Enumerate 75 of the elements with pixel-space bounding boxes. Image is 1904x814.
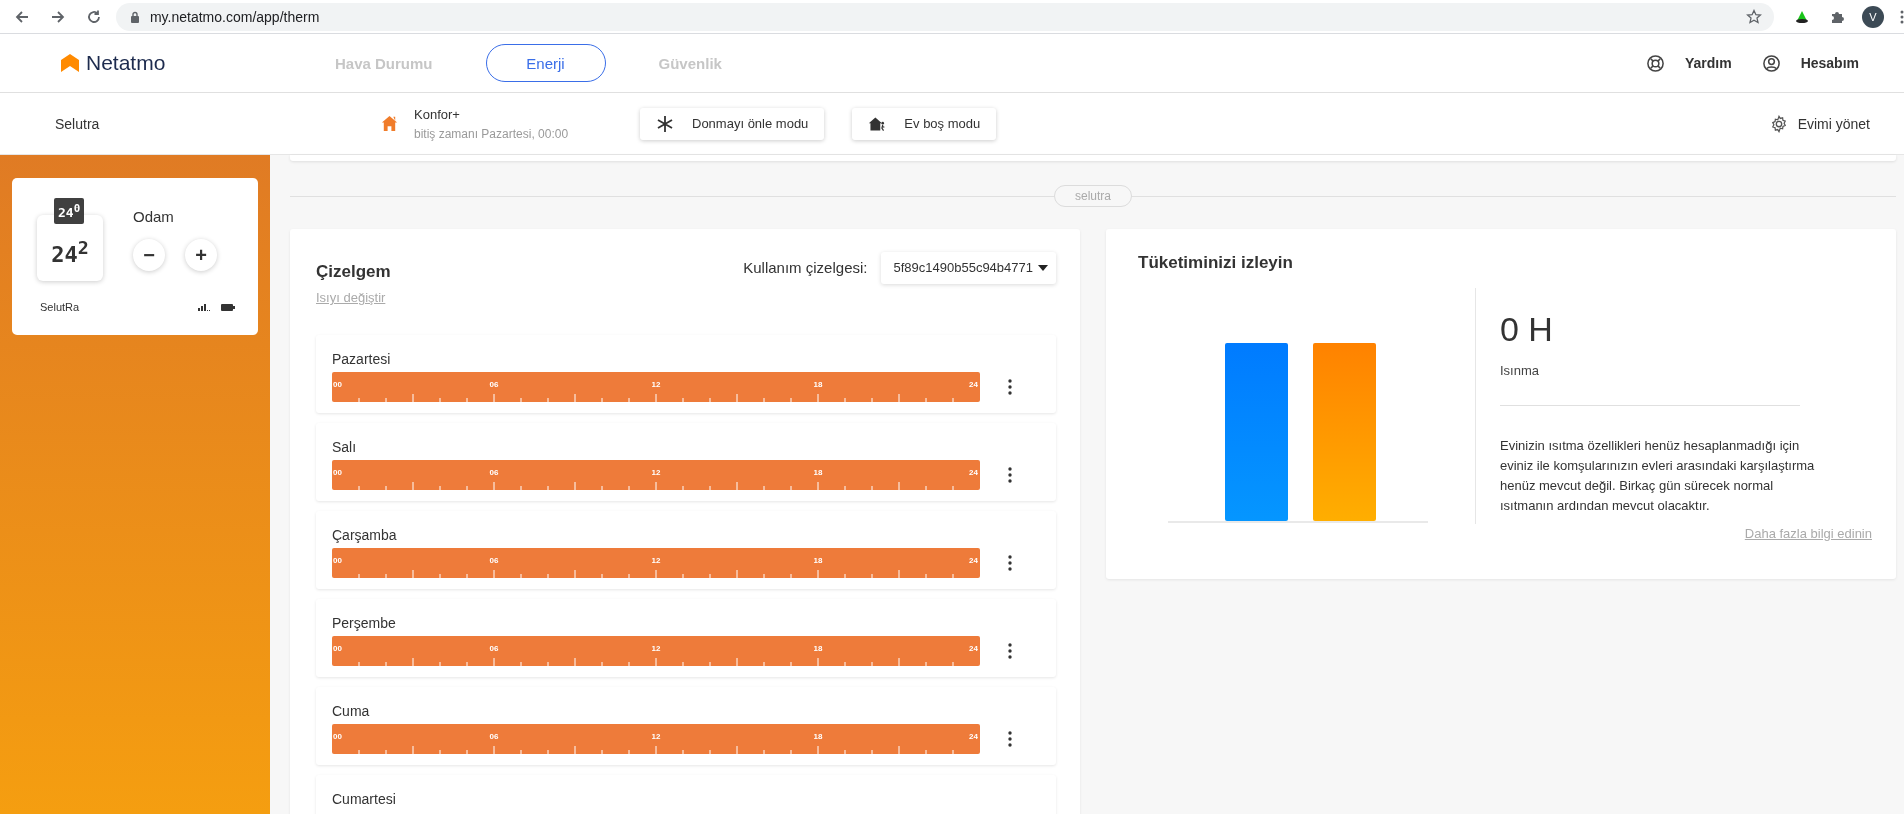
room-card[interactable]: 24$^{0}$ 24$^{2}$ Odam − + SelutRa: [12, 178, 258, 335]
manage-home-link[interactable]: Evimi yönet: [1797, 115, 1870, 132]
mode-end-time: bitiş zamanı Pazartesi, 00:00: [414, 126, 569, 141]
section-label: selutra: [1054, 185, 1132, 207]
hour-label: 24: [969, 644, 978, 653]
hour-label: 12: [651, 732, 661, 741]
lock-icon: [129, 10, 140, 23]
hour-label: 24: [969, 556, 978, 565]
mode-button[interactable]: Donmayı önle modu: [640, 107, 825, 140]
hour-label: 18: [813, 380, 823, 389]
hour-label: 06: [489, 468, 499, 477]
more-options-icon[interactable]: [1008, 643, 1012, 659]
card-title: Tüketiminizi izleyin: [1138, 253, 1293, 272]
device-name: SelutRa: [40, 301, 80, 313]
hour-label: 24: [969, 380, 978, 389]
logo-icon: [60, 53, 80, 73]
hour-label: 00: [333, 644, 342, 653]
day-name: Pazartesi: [332, 351, 392, 367]
card-title: Çizelgem: [316, 262, 391, 282]
hour-label: 12: [651, 468, 661, 477]
account-icon[interactable]: [1761, 53, 1781, 73]
home-name[interactable]: Selutra: [55, 115, 380, 132]
hour-label: 06: [489, 380, 499, 389]
increase-button[interactable]: +: [185, 239, 217, 271]
hour-label: 06: [489, 732, 499, 741]
room-name: Odam: [133, 208, 175, 225]
house-icon: [380, 114, 399, 133]
more-options-icon[interactable]: [1008, 731, 1012, 747]
hour-label: 00: [333, 380, 342, 389]
hour-label: 18: [813, 468, 823, 477]
forward-icon[interactable]: [50, 8, 66, 25]
address-bar[interactable]: my.netatmo.com/app/therm: [115, 2, 1775, 31]
profile-avatar[interactable]: V: [1862, 5, 1884, 28]
day-name: Çarşamba: [332, 527, 398, 543]
mode-name: Konfor+: [414, 106, 461, 122]
hour-label: 06: [489, 556, 499, 565]
schedule-select-label: Kullanım çizelgesi:: [743, 259, 868, 276]
caret-icon: [1038, 264, 1048, 271]
more-options-icon[interactable]: [1008, 555, 1012, 571]
hour-label: 12: [651, 644, 661, 653]
info-text: Evinizin ısıtma özellikleri henüz hesaplanmadığı için eviniz ile komşularınızın evleri arasındaki karşılaştırma henüz mevcut değil. Birkaç gün sürecek normal ısıtmanın ardından mevcut olacaktır.: [1500, 437, 1815, 515]
hour-label: 06: [489, 644, 499, 653]
heating-hours-value: 0 H: [1500, 310, 1554, 349]
snowflake-icon: [656, 114, 674, 133]
settings-icon[interactable]: [1769, 114, 1788, 133]
more-options-icon[interactable]: [1008, 467, 1012, 483]
hour-label: 18: [813, 644, 823, 653]
hour-label: 12: [651, 556, 661, 565]
help-icon[interactable]: [1645, 53, 1665, 73]
reload-icon[interactable]: [85, 8, 102, 25]
hour-label: 00: [333, 468, 342, 477]
hour-label: 00: [333, 556, 342, 565]
day-name: Perşembe: [332, 615, 397, 631]
hour-label: 18: [813, 556, 823, 565]
hour-label: 24: [969, 732, 978, 741]
mode-button[interactable]: Ev boş modu: [852, 107, 997, 140]
heating-label: Isınma: [1500, 363, 1540, 378]
battery-icon: [221, 303, 235, 311]
more-options-icon[interactable]: [1008, 379, 1012, 395]
decrease-button[interactable]: −: [133, 239, 165, 271]
device-display: 24$^{2}$: [51, 236, 89, 267]
hour-label: 24: [969, 468, 978, 477]
device-small-display: 24$^{0}$: [54, 198, 85, 225]
header-link[interactable]: Yardım: [1684, 55, 1732, 71]
hour-label: 00: [333, 732, 342, 741]
star-icon[interactable]: [1746, 8, 1763, 25]
hour-label: 12: [651, 380, 661, 389]
menu-icon[interactable]: [1900, 8, 1904, 25]
day-name: Cuma: [332, 703, 371, 719]
header-link[interactable]: Hesabım: [1800, 55, 1859, 71]
hour-label: 18: [813, 732, 823, 741]
schedule-dropdown[interactable]: 5f89c1490b55c94b4771: [881, 251, 1056, 284]
day-name: Salı: [332, 439, 358, 455]
brand-name[interactable]: Netatmo: [86, 51, 166, 75]
day-name: Cumartesi: [332, 791, 397, 807]
